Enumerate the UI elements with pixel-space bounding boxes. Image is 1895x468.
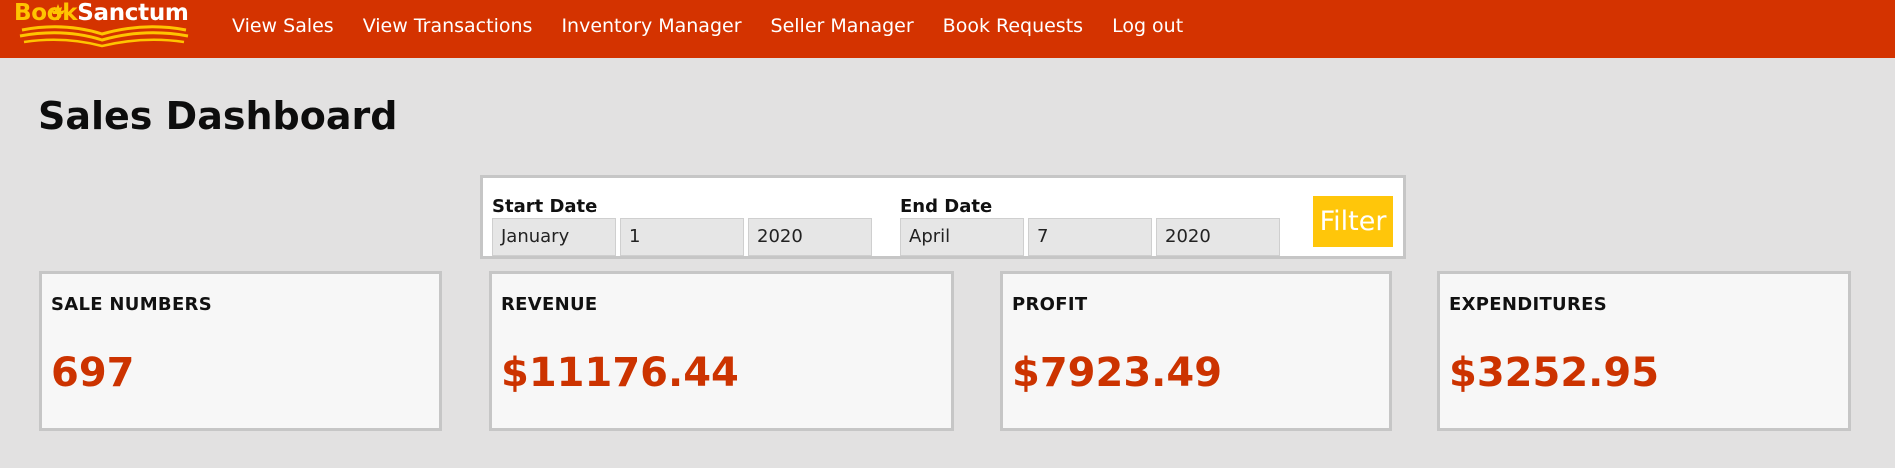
card-value: $11176.44 bbox=[501, 350, 739, 396]
end-month-select[interactable]: April bbox=[900, 218, 1024, 256]
nav-links: View Sales View Transactions Inventory M… bbox=[232, 0, 1212, 52]
end-day-select[interactable]: 7 bbox=[1028, 218, 1152, 256]
end-date-selects: April 7 2020 bbox=[900, 218, 1284, 256]
card-value: 697 bbox=[51, 350, 135, 396]
nav-log-out[interactable]: Log out bbox=[1112, 15, 1183, 37]
card-value: $3252.95 bbox=[1449, 350, 1660, 396]
start-date-label: Start Date bbox=[492, 196, 598, 217]
card-title: EXPENDITURES bbox=[1449, 294, 1607, 315]
top-navbar: BookSanctum View Sales View Transactions… bbox=[0, 0, 1895, 58]
card-title: SALE NUMBERS bbox=[51, 294, 212, 315]
card-title: PROFIT bbox=[1012, 294, 1088, 315]
date-filter-panel: Start Date January 1 2020 End Date April… bbox=[480, 175, 1406, 259]
end-date-group: End Date April 7 2020 bbox=[891, 196, 1284, 256]
nav-view-transactions[interactable]: View Transactions bbox=[363, 15, 533, 37]
booksanctum-logo[interactable]: BookSanctum bbox=[14, 0, 194, 52]
open-book-icon bbox=[19, 25, 189, 48]
nav-seller-manager[interactable]: Seller Manager bbox=[771, 15, 914, 37]
logo-text: BookSanctum bbox=[14, 0, 189, 26]
start-date-selects: January 1 2020 bbox=[492, 218, 876, 256]
revenue-card: REVENUE $11176.44 bbox=[489, 271, 954, 431]
card-title: REVENUE bbox=[501, 294, 598, 315]
start-date-group: Start Date January 1 2020 bbox=[483, 196, 876, 256]
start-day-select[interactable]: 1 bbox=[620, 218, 744, 256]
nav-view-sales[interactable]: View Sales bbox=[232, 15, 334, 37]
start-month-select[interactable]: January bbox=[492, 218, 616, 256]
end-date-label: End Date bbox=[900, 196, 993, 217]
start-year-select[interactable]: 2020 bbox=[748, 218, 872, 256]
filter-button[interactable]: Filter bbox=[1313, 196, 1393, 247]
end-year-select[interactable]: 2020 bbox=[1156, 218, 1280, 256]
card-value: $7923.49 bbox=[1012, 350, 1223, 396]
nav-inventory-manager[interactable]: Inventory Manager bbox=[561, 15, 741, 37]
profit-card: PROFIT $7923.49 bbox=[1000, 271, 1392, 431]
sale-numbers-card: SALE NUMBERS 697 bbox=[39, 271, 442, 431]
expenditures-card: EXPENDITURES $3252.95 bbox=[1437, 271, 1851, 431]
maple-leaf-icon bbox=[51, 4, 65, 20]
nav-book-requests[interactable]: Book Requests bbox=[943, 15, 1083, 37]
page-title: Sales Dashboard bbox=[38, 94, 398, 138]
